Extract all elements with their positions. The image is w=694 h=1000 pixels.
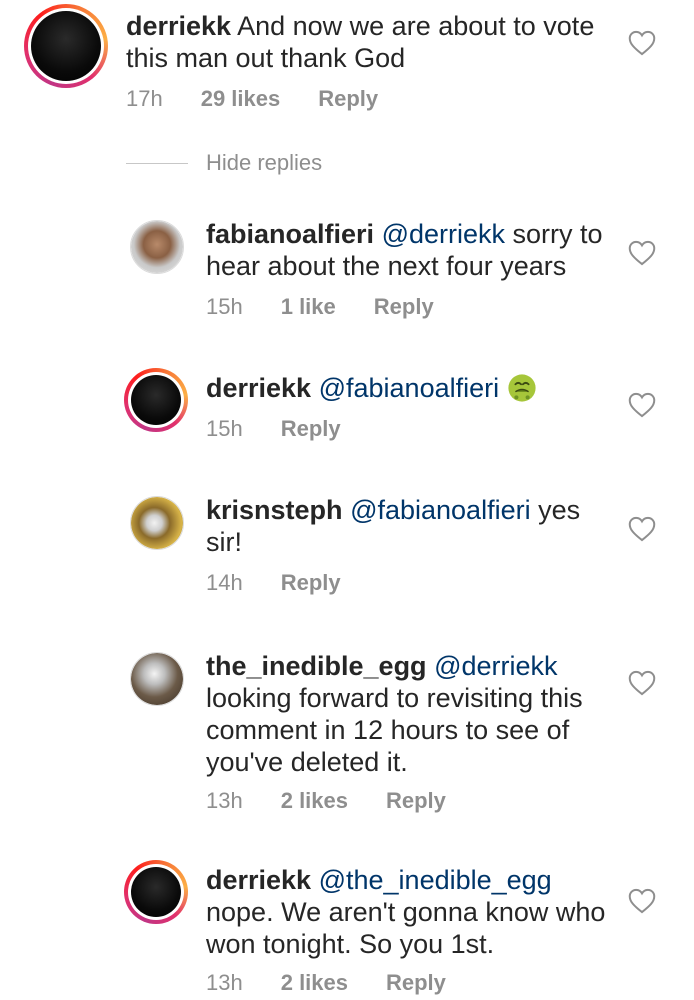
mention-link[interactable]: @fabianoalfieri [319, 373, 500, 403]
comment-body: derriekk And now we are about to vote th… [126, 10, 596, 74]
timestamp: 13h [206, 788, 243, 813]
avatar[interactable] [130, 496, 184, 550]
comment-body: krisnsteph @fabianoalfieri yes sir! [206, 494, 616, 558]
comment-username[interactable]: the_inedible_egg [206, 651, 427, 681]
timestamp: 15h [206, 294, 243, 319]
comment-username[interactable]: derriekk [206, 865, 311, 895]
comment-text: comment in 12 hours to see of [206, 715, 570, 745]
mention-link[interactable]: @the_inedible_egg [319, 865, 552, 895]
avatar[interactable] [130, 220, 184, 274]
comment-text: looking forward to revisiting this [206, 683, 583, 713]
likes-count[interactable]: 29 likes [201, 86, 281, 112]
comment-meta: 13h 2 likes Reply [206, 970, 446, 996]
comment-username[interactable]: krisnsteph [206, 495, 343, 525]
mention-link[interactable]: @derriekk [434, 651, 557, 681]
timestamp: 13h [206, 970, 243, 995]
comment-body: the_inedible_egg @derriekk looking forwa… [206, 650, 626, 778]
divider [126, 162, 188, 164]
comment-meta: 15h Reply [206, 416, 341, 442]
avatar[interactable] [124, 368, 188, 432]
comment-text: this man out thank God [126, 43, 406, 73]
comment-text: you've deleted it. [206, 747, 408, 777]
heart-outline-icon[interactable] [628, 670, 656, 696]
comment-text: hear about the next four years [206, 251, 567, 281]
heart-outline-icon[interactable] [628, 888, 656, 914]
hide-replies-button[interactable]: Hide replies [126, 150, 322, 176]
comment-meta: 15h 1 like Reply [206, 294, 434, 320]
heart-outline-icon[interactable] [628, 30, 656, 56]
likes-count[interactable]: 2 likes [281, 970, 348, 996]
avatar[interactable] [24, 4, 108, 88]
comment-body: derriekk @the_inedible_egg nope. We aren… [206, 864, 626, 960]
comment-text: nope. We aren't gonna know who [206, 897, 606, 927]
comment-text: sorry to [512, 219, 603, 249]
comment-body: derriekk @fabianoalfieri [206, 372, 616, 404]
likes-count[interactable]: 2 likes [281, 788, 348, 814]
comment-meta: 14h Reply [206, 570, 341, 596]
reply-krisnsteph: krisnsteph @fabianoalfieri yes sir! 14h … [0, 488, 694, 608]
comment-meta: 13h 2 likes Reply [206, 788, 446, 814]
comment-meta: 17h 29 likes Reply [126, 86, 378, 112]
comment-username[interactable]: derriekk [206, 373, 311, 403]
nauseated-face-emoji [508, 374, 536, 402]
reply-button[interactable]: Reply [281, 570, 341, 596]
reply-button[interactable]: Reply [386, 970, 446, 996]
heart-outline-icon[interactable] [628, 392, 656, 418]
reply-button[interactable]: Reply [374, 294, 434, 320]
comment-body: fabianoalfieri @derriekk sorry to hear a… [206, 218, 616, 282]
timestamp: 15h [206, 416, 243, 441]
timestamp: 14h [206, 570, 243, 595]
hide-replies-label[interactable]: Hide replies [206, 150, 322, 176]
comment-text: And now we are about to vote [237, 11, 595, 41]
mention-link[interactable]: @fabianoalfieri [350, 495, 531, 525]
reply-derriekk-2: derriekk @the_inedible_egg nope. We aren… [0, 860, 694, 1000]
likes-count[interactable]: 1 like [281, 294, 336, 320]
heart-outline-icon[interactable] [628, 516, 656, 542]
comment-derriekk-1: derriekk And now we are about to vote th… [0, 0, 694, 130]
reply-button[interactable]: Reply [281, 416, 341, 442]
comment-text: won tonight. So you 1st. [206, 929, 495, 959]
mention-link[interactable]: @derriekk [382, 219, 505, 249]
avatar[interactable] [124, 860, 188, 924]
timestamp: 17h [126, 86, 163, 111]
avatar[interactable] [130, 652, 184, 706]
comment-username[interactable]: fabianoalfieri [206, 219, 374, 249]
comment-text: sir! [206, 527, 242, 557]
heart-outline-icon[interactable] [628, 240, 656, 266]
reply-the-inedible-egg: the_inedible_egg @derriekk looking forwa… [0, 644, 694, 824]
reply-fabianoalfieri: fabianoalfieri @derriekk sorry to hear a… [0, 210, 694, 330]
comment-username[interactable]: derriekk [126, 11, 231, 41]
comment-text: yes [538, 495, 581, 525]
reply-derriekk-1: derriekk @fabianoalfieri 15h Reply [0, 366, 694, 466]
reply-button[interactable]: Reply [318, 86, 378, 112]
reply-button[interactable]: Reply [386, 788, 446, 814]
